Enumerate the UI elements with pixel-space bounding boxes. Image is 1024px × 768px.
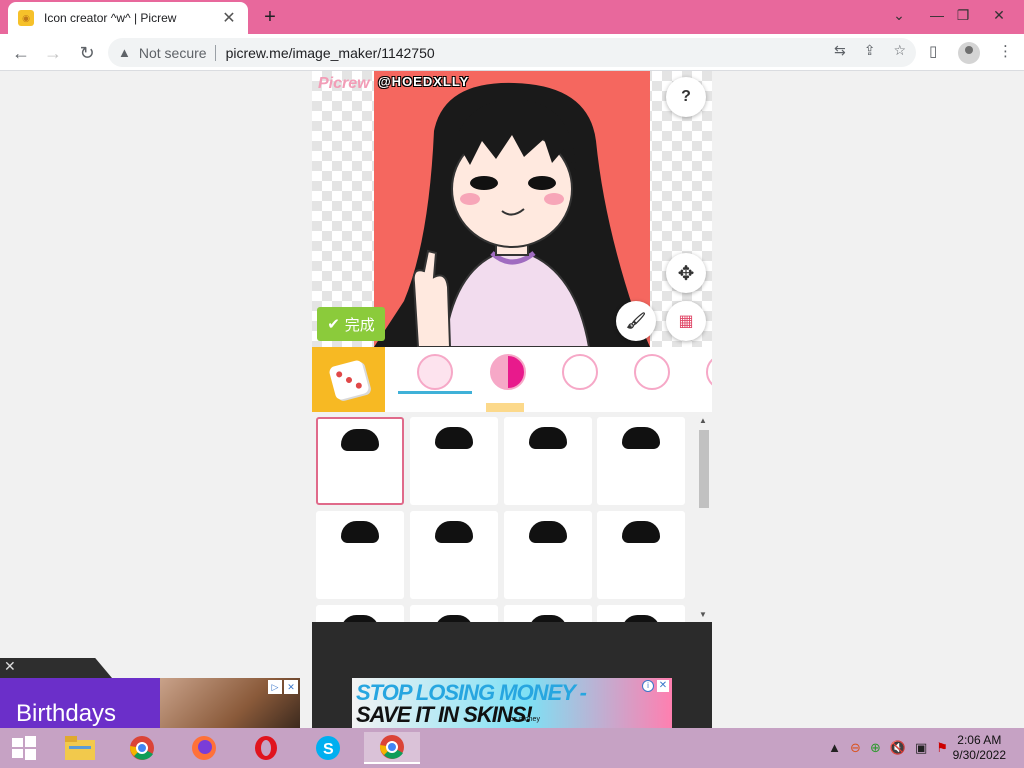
- options-scrollbar[interactable]: ▲ ▼: [696, 414, 712, 622]
- reload-icon[interactable]: ↻: [74, 40, 100, 66]
- taskbar-clock[interactable]: 2:06 AM 9/30/2022: [953, 733, 1006, 763]
- ad-dismiss-tab[interactable]: ✕: [0, 658, 112, 678]
- item-option-7[interactable]: [504, 511, 592, 599]
- item-option-8[interactable]: [597, 511, 685, 599]
- item-option-11[interactable]: [504, 605, 592, 622]
- creator-watermark: @HOEDXLLY: [378, 74, 470, 89]
- windows-taskbar: S ▲ ⊖ ⊕ 🔇 ▣ ⚑ 2:06 AM 9/30/2022: [0, 728, 1024, 768]
- done-label: 完成: [344, 316, 375, 334]
- left-ad[interactable]: Birthdays ▷ ✕: [0, 678, 300, 728]
- ad-close-icon[interactable]: ✕: [657, 680, 669, 692]
- checkmark-icon: ✔: [327, 316, 340, 333]
- back-arrow-icon[interactable]: ←: [8, 40, 34, 66]
- not-secure-label[interactable]: Not secure: [139, 45, 207, 61]
- new-tab-button[interactable]: +: [258, 5, 282, 29]
- network-icon[interactable]: ▣: [915, 740, 927, 756]
- paint-brush-icon[interactable]: 🖌: [616, 301, 656, 341]
- item-option-12[interactable]: [597, 605, 685, 622]
- ad-brand: cs money: [510, 716, 540, 723]
- chrome-icon[interactable]: [122, 732, 162, 764]
- move-arrows-icon[interactable]: ✥: [666, 253, 706, 293]
- part-tab-face[interactable]: [628, 349, 676, 395]
- item-option-3[interactable]: [504, 417, 592, 505]
- item-options-grid: [312, 412, 712, 622]
- done-button[interactable]: ✔ 完成: [317, 307, 385, 341]
- randomize-dice-button[interactable]: [312, 347, 385, 412]
- dice-icon: [327, 358, 370, 401]
- character-illustration: [374, 82, 650, 347]
- help-button[interactable]: ?: [666, 77, 706, 117]
- show-hidden-icons-chevron-icon[interactable]: ▲: [828, 740, 841, 756]
- speaker-muted-icon[interactable]: 🔇: [890, 740, 906, 756]
- item-option-4[interactable]: [597, 417, 685, 505]
- part-tab-more[interactable]: [700, 349, 712, 395]
- close-icon[interactable]: ✕: [4, 658, 16, 675]
- url-text[interactable]: picrew.me/image_maker/1142750: [226, 45, 435, 61]
- system-tray: ▲ ⊖ ⊕ 🔇 ▣ ⚑: [828, 740, 948, 756]
- clock-date: 9/30/2022: [952, 748, 1006, 762]
- item-option-5[interactable]: [316, 511, 404, 599]
- browser-titlebar: ◉ Icon creator ^w^ | Picrew ✕ + ⌄ — ❐ ✕: [0, 0, 1024, 34]
- svg-text:S: S: [323, 741, 334, 758]
- bookmark-star-icon[interactable]: ☆: [893, 42, 906, 59]
- close-window-icon[interactable]: ✕: [976, 0, 1022, 30]
- divider: [214, 44, 216, 61]
- banner-ad[interactable]: STOP LOSING MONEY - SAVE IT IN SKINS! cs…: [352, 678, 672, 728]
- grid-layout-icon[interactable]: ▦: [666, 301, 706, 341]
- active-tab-indicator: [398, 391, 472, 394]
- chrome-active-icon[interactable]: [364, 732, 420, 764]
- side-panel-icon[interactable]: ▯: [929, 42, 937, 60]
- warning-triangle-icon: ▲: [118, 45, 131, 60]
- parts-category-bar: [312, 347, 712, 412]
- scroll-down-icon[interactable]: ▼: [699, 610, 707, 619]
- item-option-2[interactable]: [410, 417, 498, 505]
- picrew-logo: Picrew: [318, 75, 370, 92]
- windows-start-icon[interactable]: [4, 732, 44, 764]
- item-option-1[interactable]: [316, 417, 404, 505]
- part-tab-hair-front[interactable]: [411, 349, 459, 395]
- tab-title: Icon creator ^w^ | Picrew: [44, 11, 177, 25]
- ad-left-headline: Birthdays: [16, 700, 117, 727]
- opera-icon[interactable]: [246, 732, 286, 764]
- item-option-10[interactable]: [410, 605, 498, 622]
- scroll-up-icon[interactable]: ▲: [699, 416, 707, 425]
- notification-flag-icon[interactable]: ⚑: [936, 740, 948, 756]
- share-icon[interactable]: ⇪: [864, 42, 876, 59]
- picrew-canvas: Picrew @HOEDXLLY ? ✥ 🖌 ▦ ✔ 完成: [312, 71, 712, 347]
- picrew-favicon-icon: ◉: [18, 10, 34, 26]
- part-tab-hair-color[interactable]: [484, 349, 532, 395]
- translate-icon[interactable]: ⇆: [834, 42, 846, 59]
- browser-tab[interactable]: ◉ Icon creator ^w^ | Picrew ✕: [8, 2, 248, 34]
- browser-toolbar: ← → ↻ ▲ Not secure picrew.me/image_maker…: [0, 34, 1024, 71]
- address-bar[interactable]: ▲ Not secure picrew.me/image_maker/11427…: [108, 38, 916, 67]
- tray-app-icon[interactable]: ⊖: [850, 740, 861, 756]
- scroll-thumb[interactable]: [699, 430, 709, 508]
- ad-choices-icon[interactable]: ▷: [268, 680, 282, 694]
- menu-kebab-icon[interactable]: ⋮: [998, 42, 1013, 60]
- file-explorer-icon[interactable]: [60, 732, 100, 764]
- clock-time: 2:06 AM: [957, 733, 1002, 747]
- tab-close-icon[interactable]: ✕: [220, 8, 238, 28]
- ad-info-icon[interactable]: i: [642, 680, 654, 692]
- forward-arrow-icon[interactable]: →: [40, 40, 66, 66]
- ad-close-icon[interactable]: ✕: [284, 680, 298, 694]
- ad-subheadline: SAVE IT IN SKINS!: [356, 702, 533, 727]
- item-option-9[interactable]: [316, 605, 404, 622]
- item-option-6[interactable]: [410, 511, 498, 599]
- part-tab-head[interactable]: [556, 349, 604, 395]
- color-tab-indicator: [486, 403, 524, 412]
- character-portrait: [374, 71, 650, 347]
- tray-download-icon[interactable]: ⊕: [870, 740, 881, 756]
- profile-avatar-icon[interactable]: [958, 42, 980, 64]
- firefox-icon[interactable]: [184, 732, 224, 764]
- skype-icon[interactable]: S: [308, 732, 348, 764]
